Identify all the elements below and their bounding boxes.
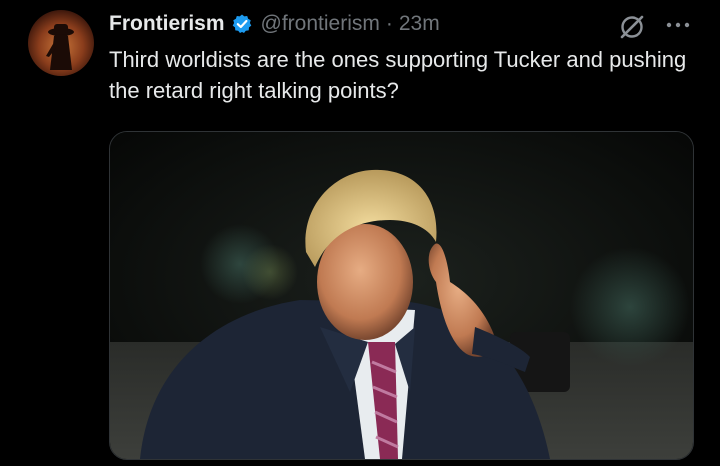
handle[interactable]: @frontierism: [261, 12, 380, 36]
avatar-image: [46, 24, 74, 70]
avatar[interactable]: [28, 10, 94, 76]
separator-dot: ·: [385, 12, 393, 35]
tweet-photo: [110, 132, 693, 459]
tweet-header: Frontierism @frontierism · 23m: [109, 10, 440, 38]
tweet-text: Third worldists are the ones supporting …: [109, 47, 687, 103]
grok-icon[interactable]: [617, 12, 647, 42]
tweet-media[interactable]: [109, 131, 694, 460]
more-options-icon[interactable]: [665, 18, 691, 32]
verified-badge-icon: [231, 13, 253, 35]
display-name[interactable]: Frontierism: [109, 12, 225, 36]
timestamp[interactable]: 23m: [399, 12, 440, 36]
